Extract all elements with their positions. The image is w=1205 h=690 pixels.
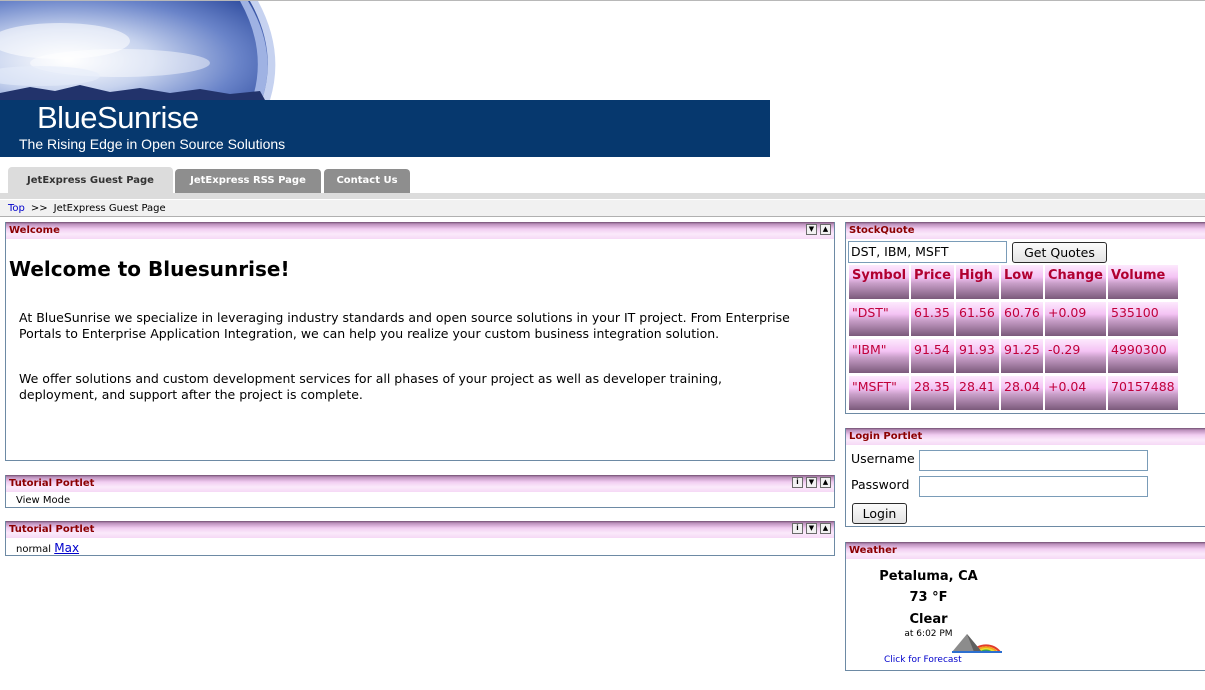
weather-temperature: 73 °F [909, 590, 948, 605]
tutorial-portlet-1-title: Tutorial Portlet i ▼ ▲ [6, 475, 834, 492]
welcome-paragraph-2: We offer solutions and custom developmen… [19, 371, 723, 402]
quotes-cell-price: 61.35 [911, 302, 954, 336]
quotes-cell-price: 91.54 [911, 339, 954, 373]
tab-jetexpress-rss-page[interactable]: JetExpress RSS Page [175, 169, 321, 193]
tab-contact-us[interactable]: Contact Us [324, 169, 410, 193]
quotes-cell-high: 61.56 [956, 302, 999, 336]
quotes-cell-volume: 535100 [1108, 302, 1178, 336]
tutorial-portlet-1-body: View Mode [16, 495, 71, 506]
weather-condition: Clear [909, 612, 948, 627]
quotes-cell-high: 91.93 [956, 339, 999, 373]
login-portlet: Login Portlet Username Password Login [845, 428, 1205, 527]
maximize-icon[interactable]: ▲ [820, 477, 831, 488]
tutorial-mode-text: normal [16, 544, 52, 555]
quotes-cell-volume: 70157488 [1108, 376, 1178, 410]
quotes-cell-low: 91.25 [1001, 339, 1043, 373]
tutorial-portlet-2-body: normal Max [6, 538, 834, 555]
login-button[interactable]: Login [852, 503, 907, 524]
minimize-icon[interactable]: ▼ [806, 477, 817, 488]
info-icon[interactable]: i [792, 477, 803, 488]
maximize-icon[interactable]: ▲ [820, 224, 831, 235]
quotes-cell-change: -0.29 [1045, 339, 1106, 373]
quotes-header-low: Low [1001, 265, 1043, 299]
username-label: Username [851, 451, 915, 466]
tab-bar: JetExpress Guest Page JetExpress RSS Pag… [0, 167, 1205, 193]
brand-tagline: The Rising Edge in Open Source Solutions [19, 136, 286, 152]
welcome-portlet-title: Welcome ▼ ▲ [6, 222, 834, 239]
quotes-cell-change: +0.04 [1045, 376, 1106, 410]
tab-jetexpress-guest-page[interactable]: JetExpress Guest Page [8, 167, 173, 193]
quotes-header-price: Price [911, 265, 954, 299]
stockquote-portlet: StockQuote DST, IBM, MSFT Get Quotes Sym… [845, 222, 1205, 414]
welcome-heading: Welcome to Bluesunrise! [9, 257, 290, 281]
tutorial-portlet-2-title-text: Tutorial Portlet [9, 524, 95, 535]
quotes-header-volume: Volume [1108, 265, 1178, 299]
tutorial-portlet-1: Tutorial Portlet i ▼ ▲ View Mode [5, 475, 835, 508]
quotes-cell-high: 28.41 [956, 376, 999, 410]
brand-title: BlueSunrise [37, 100, 199, 135]
quotes-cell-low: 28.04 [1001, 376, 1043, 410]
login-portlet-title: Login Portlet [846, 428, 1205, 445]
quotes-cell-symbol: "DST" [849, 302, 909, 336]
quotes-header-symbol: Symbol [849, 265, 909, 299]
tutorial-portlet-1-title-text: Tutorial Portlet [9, 478, 95, 489]
stockquote-portlet-title: StockQuote [846, 222, 1205, 239]
minimize-icon[interactable]: ▼ [806, 224, 817, 235]
tutorial-portlet-2-title: Tutorial Portlet i ▼ ▲ [6, 521, 834, 538]
get-quotes-button[interactable]: Get Quotes [1012, 242, 1107, 263]
username-field[interactable] [919, 450, 1148, 471]
forecast-link[interactable]: Click for Forecast [884, 655, 962, 665]
tab-underline [0, 193, 1205, 199]
tutorial-portlet-2: Tutorial Portlet i ▼ ▲ normal Max [5, 521, 835, 556]
welcome-paragraph-1: At BlueSunrise we specialize in leveragi… [19, 310, 790, 341]
weather-icon[interactable] [952, 630, 1002, 658]
minimize-icon[interactable]: ▼ [806, 523, 817, 534]
quotes-header-change: Change [1045, 265, 1106, 299]
banner-sky-image [0, 1, 280, 100]
quotes-header-high: High [956, 265, 999, 299]
weather-portlet: Weather Petaluma, CA 73 °F Clear at 6:02… [845, 542, 1205, 671]
maximize-icon[interactable]: ▲ [820, 523, 831, 534]
breadcrumb: Top >> JetExpress Guest Page [0, 200, 1205, 217]
symbols-input[interactable]: DST, IBM, MSFT [848, 241, 1007, 263]
weather-city: Petaluma, CA [879, 569, 978, 584]
max-link[interactable]: Max [54, 541, 79, 555]
welcome-portlet-title-text: Welcome [9, 225, 60, 236]
quotes-cell-change: +0.09 [1045, 302, 1106, 336]
quotes-cell-volume: 4990300 [1108, 339, 1178, 373]
welcome-portlet: Welcome ▼ ▲ Welcome to Bluesunrise! At B… [5, 222, 835, 461]
password-field[interactable] [919, 476, 1148, 497]
breadcrumb-top-link[interactable]: Top [8, 203, 25, 214]
quotes-cell-symbol: "IBM" [849, 339, 909, 373]
quotes-cell-symbol: "MSFT" [849, 376, 909, 410]
quotes-cell-price: 28.35 [911, 376, 954, 410]
breadcrumb-separator: >> [30, 203, 48, 214]
banner-bar: BlueSunrise The Rising Edge in Open Sour… [0, 100, 770, 157]
breadcrumb-current: JetExpress Guest Page [53, 203, 166, 214]
password-label: Password [851, 477, 910, 492]
quotes-cell-low: 60.76 [1001, 302, 1043, 336]
weather-portlet-title: Weather [846, 542, 1205, 559]
info-icon[interactable]: i [792, 523, 803, 534]
